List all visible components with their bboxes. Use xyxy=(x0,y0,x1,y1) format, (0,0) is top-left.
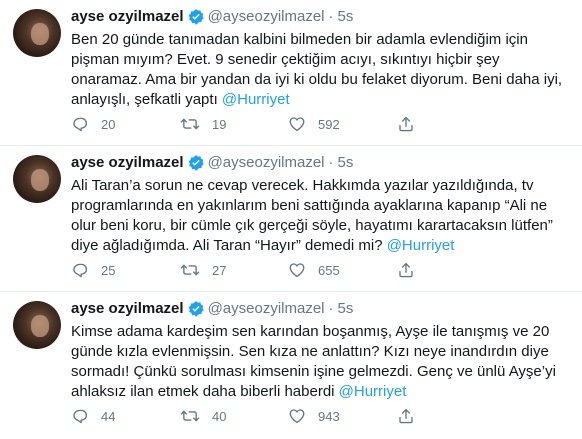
reply-button[interactable]: 25 xyxy=(71,261,180,279)
tweet-body: Ali Taran’a sorun ne cevap verecek. Hakk… xyxy=(71,177,553,254)
retweet-count: 27 xyxy=(212,262,227,278)
author-name[interactable]: ayse ozyilmazel xyxy=(71,153,184,173)
retweet-count: 19 xyxy=(212,116,227,132)
retweet-icon xyxy=(180,115,200,133)
reply-button[interactable]: 20 xyxy=(71,115,180,133)
timestamp[interactable]: 5s xyxy=(338,299,354,319)
retweet-icon xyxy=(180,407,200,425)
tweet-actions: 20 19 592 xyxy=(71,115,427,133)
share-icon xyxy=(397,407,415,425)
reply-count: 25 xyxy=(101,262,116,278)
mention-link[interactable]: @Hurriyet xyxy=(387,237,455,254)
tweet-actions: 25 27 655 xyxy=(71,261,427,279)
mention-link[interactable]: @Hurriyet xyxy=(222,91,290,108)
verified-badge-icon xyxy=(187,300,205,318)
avatar[interactable] xyxy=(13,155,61,203)
avatar[interactable] xyxy=(13,301,61,349)
tweet-actions: 44 40 943 xyxy=(71,407,427,425)
like-count: 655 xyxy=(318,262,340,278)
share-icon xyxy=(397,115,415,133)
tweet-text: Ali Taran’a sorun ne cevap verecek. Hakk… xyxy=(71,176,571,256)
share-icon xyxy=(397,261,415,279)
reply-count: 20 xyxy=(101,116,116,132)
timestamp[interactable]: 5s xyxy=(338,153,354,173)
reply-button[interactable]: 44 xyxy=(71,407,180,425)
retweet-icon xyxy=(180,261,200,279)
like-count: 943 xyxy=(318,408,340,424)
tweet-header: ayse ozyilmazel @ayseozyilmazel · 5s xyxy=(71,7,353,27)
retweet-count: 40 xyxy=(212,408,227,424)
reply-icon xyxy=(71,115,89,133)
heart-icon xyxy=(288,115,306,133)
share-button[interactable] xyxy=(397,115,427,133)
like-button[interactable]: 592 xyxy=(288,115,397,133)
like-count: 592 xyxy=(318,116,340,132)
separator-dot: · xyxy=(328,300,334,317)
tweet-header: ayse ozyilmazel @ayseozyilmazel · 5s xyxy=(71,299,353,319)
author-handle[interactable]: @ayseozyilmazel xyxy=(208,7,325,27)
tweet[interactable]: ayse ozyilmazel @ayseozyilmazel · 5s Kim… xyxy=(0,292,582,439)
tweet-text: Kimse adama kardeşim sen karından boşanm… xyxy=(71,322,571,402)
author-name[interactable]: ayse ozyilmazel xyxy=(71,7,184,27)
verified-badge-icon xyxy=(187,8,205,26)
reply-count: 44 xyxy=(101,408,116,424)
share-button[interactable] xyxy=(397,407,427,425)
author-handle[interactable]: @ayseozyilmazel xyxy=(208,299,325,319)
tweet-feed: ayse ozyilmazel @ayseozyilmazel · 5s Ben… xyxy=(0,0,582,439)
tweet-text: Ben 20 günde tanımadan kalbini bilmeden … xyxy=(71,30,571,110)
author-name[interactable]: ayse ozyilmazel xyxy=(71,299,184,319)
author-handle[interactable]: @ayseozyilmazel xyxy=(208,153,325,173)
separator-dot: · xyxy=(328,8,334,25)
retweet-button[interactable]: 27 xyxy=(180,261,288,279)
separator-dot: · xyxy=(328,154,334,171)
retweet-button[interactable]: 40 xyxy=(180,407,288,425)
heart-icon xyxy=(288,407,306,425)
tweet[interactable]: ayse ozyilmazel @ayseozyilmazel · 5s Ali… xyxy=(0,146,582,292)
share-button[interactable] xyxy=(397,261,427,279)
tweet-body: Ben 20 günde tanımadan kalbini bilmeden … xyxy=(71,31,563,108)
reply-icon xyxy=(71,407,89,425)
avatar[interactable] xyxy=(13,9,61,57)
heart-icon xyxy=(288,261,306,279)
like-button[interactable]: 943 xyxy=(288,407,397,425)
like-button[interactable]: 655 xyxy=(288,261,397,279)
mention-link[interactable]: @Hurriyet xyxy=(339,383,407,400)
reply-icon xyxy=(71,261,89,279)
timestamp[interactable]: 5s xyxy=(338,7,354,27)
tweet-header: ayse ozyilmazel @ayseozyilmazel · 5s xyxy=(71,153,353,173)
tweet[interactable]: ayse ozyilmazel @ayseozyilmazel · 5s Ben… xyxy=(0,0,582,146)
retweet-button[interactable]: 19 xyxy=(180,115,288,133)
verified-badge-icon xyxy=(187,154,205,172)
tweet-body: Kimse adama kardeşim sen karından boşanm… xyxy=(71,323,556,400)
